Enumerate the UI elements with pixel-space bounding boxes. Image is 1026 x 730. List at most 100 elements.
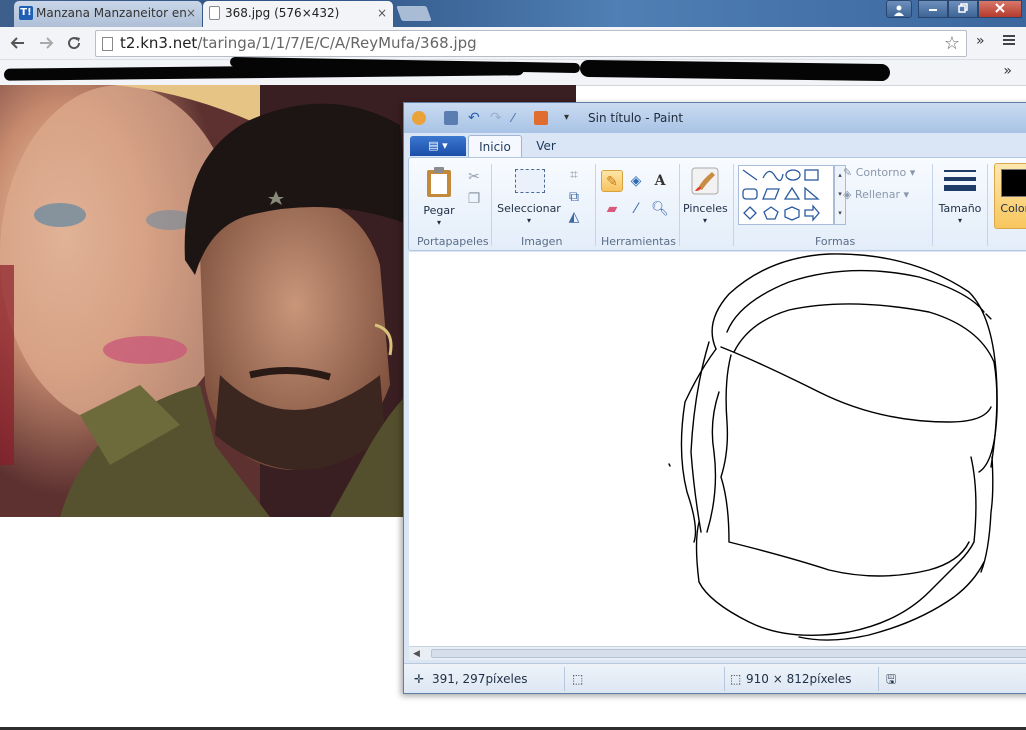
close-window-icon[interactable] [978, 0, 1022, 18]
group-divider [491, 164, 492, 246]
eyedropper-qa-icon[interactable]: ⁄ [512, 111, 526, 125]
copy-icon[interactable]: ❐ [463, 188, 485, 210]
outline-label: Contorno [855, 166, 907, 179]
outline-button[interactable]: ✎ Contorno ▾ [843, 166, 915, 179]
tab-title: 368.jpg (576×432) [225, 6, 340, 20]
save-icon[interactable] [444, 111, 458, 125]
group-label-shapes: Formas [815, 235, 856, 248]
select-icon [515, 169, 545, 193]
fill-button[interactable]: ◈ Rellenar ▾ [843, 188, 909, 201]
tab-ver[interactable]: Ver [528, 135, 564, 157]
redo-icon[interactable]: ↷ [490, 111, 504, 125]
back-icon[interactable] [6, 32, 30, 54]
size-dropdown-icon: ▾ [957, 216, 962, 225]
magnifier-icon[interactable]: 🔍︎ [649, 198, 671, 220]
paint-window-title: Sin título - Paint [588, 111, 684, 125]
pencil-icon[interactable]: ✎ [601, 170, 623, 192]
page-favicon-icon [209, 6, 220, 20]
outline-dropdown-icon: ▾ [909, 166, 916, 179]
group-label-tools: Herramientas [601, 235, 676, 248]
eraser-icon[interactable]: ▰ [601, 198, 623, 220]
paint-canvas[interactable] [409, 252, 1026, 654]
ribbon-tabs: ▤ ▾ Inicio Ver [404, 133, 1026, 157]
fill-icon: ◈ [843, 188, 852, 201]
tab-close-icon[interactable]: × [186, 1, 196, 25]
new-tab-button[interactable] [396, 6, 432, 21]
fill-bucket-icon[interactable]: ◈ [625, 170, 647, 192]
bookmarks-bar: » [0, 56, 1026, 86]
freehand-drawing [668, 253, 998, 641]
tab-title: Manzana Manzaneitor en [36, 6, 187, 20]
size-button[interactable]: Tamaño ▾ [937, 164, 983, 226]
cursor-position-icon: ✛ [414, 672, 425, 686]
select-button[interactable]: Seleccionar ▾ [497, 164, 561, 226]
reload-icon[interactable] [62, 32, 86, 54]
group-divider [932, 164, 933, 246]
text-tool-icon[interactable]: A [649, 170, 671, 192]
color1-label: Color 1 [1000, 202, 1026, 215]
brushes-dropdown-icon: ▾ [702, 216, 707, 225]
paint-app-icon[interactable] [412, 111, 426, 125]
brush-icon [691, 167, 719, 195]
page-icon [102, 37, 113, 51]
desktop: T! Manzana Manzaneitor en × 368.jpg (576… [0, 0, 1026, 730]
paste-button[interactable]: Pegar ▾ [419, 164, 459, 227]
restore-icon[interactable] [948, 0, 978, 18]
tab-close-icon[interactable]: × [377, 1, 387, 25]
ribbon-home: Pegar ▾ ✂ ❐ Portapapeles Seleccionar ▾ ⌗… [408, 157, 1026, 251]
paste-dropdown-icon: ▾ [436, 218, 441, 227]
scrollbar-thumb[interactable] [431, 649, 1026, 658]
paint-window: ↶ ↷ ⁄ ▾ Sin título - Paint ▤ ▾ Inicio Ve… [403, 102, 1026, 694]
shapes-icons [742, 169, 820, 222]
user-profile-icon[interactable] [886, 0, 912, 18]
cut-icon[interactable]: ✂ [463, 166, 485, 188]
shapes-gallery[interactable] [738, 165, 834, 225]
url-path: /taringa/1/1/7/E/C/A/ReyMufa/368.jpg [197, 34, 477, 52]
group-divider [987, 164, 988, 246]
line-size-icon [944, 170, 976, 191]
paste-icon [427, 167, 451, 197]
taringa-favicon-icon: T! [19, 6, 33, 20]
cursor-position: 391, 297píxeles [432, 672, 528, 686]
canvas-size-icon: ⬚ [730, 672, 742, 686]
crop-icon[interactable]: ⌗ [563, 164, 585, 186]
color1-swatch [1001, 169, 1026, 197]
redaction-scribble [579, 59, 891, 82]
selection-size-icon: ⬚ [572, 672, 584, 686]
group-divider [595, 164, 596, 246]
paint-titlebar: ↶ ↷ ⁄ ▾ Sin título - Paint [404, 103, 1026, 133]
outline-icon: ✎ [843, 166, 853, 179]
color-picker-icon[interactable]: ⁄ [625, 198, 647, 220]
group-divider [733, 164, 734, 246]
undo-icon[interactable]: ↶ [468, 111, 482, 125]
scroll-left-icon[interactable]: ◀ [413, 647, 420, 661]
browser-tab-manzana[interactable]: T! Manzana Manzaneitor en × [14, 1, 202, 27]
customize-qa-icon[interactable] [534, 111, 548, 125]
browser-toolbar: t2.kn3.net/taringa/1/1/7/E/C/A/ReyMufa/3… [0, 27, 1026, 60]
paint-menu-button[interactable]: ▤ ▾ [410, 136, 466, 156]
canvas-size: 910 × 812píxeles [746, 672, 852, 686]
tab-inicio[interactable]: Inicio [468, 135, 522, 157]
window-controls [886, 0, 1022, 18]
chrome-menu-icon[interactable] [1002, 33, 1016, 51]
bookmark-star-icon[interactable]: ☆ [944, 31, 960, 56]
browser-tab-strip: T! Manzana Manzaneitor en × 368.jpg (576… [0, 0, 1026, 27]
address-bar[interactable]: t2.kn3.net/taringa/1/1/7/E/C/A/ReyMufa/3… [95, 30, 967, 57]
browser-tab-image[interactable]: 368.jpg (576×432) × [203, 1, 393, 27]
group-label-clipboard: Portapapeles [417, 235, 489, 248]
canvas-horizontal-scrollbar[interactable]: ◀ [409, 646, 1026, 660]
paint-status-bar: ✛ 391, 297píxeles ⬚ ⬚ 910 × 812píxeles 🖫… [404, 663, 1026, 693]
minimize-icon[interactable] [918, 0, 948, 18]
extensions-overflow-icon[interactable]: » [976, 33, 985, 49]
bookmarks-overflow-icon[interactable]: » [1003, 63, 1012, 79]
fill-label: Rellenar [854, 188, 900, 201]
resize-icon[interactable]: ⧉ [563, 186, 585, 208]
brushes-button[interactable]: Pinceles ▾ [683, 164, 728, 226]
group-label-image: Imagen [521, 235, 563, 248]
status-divider [878, 667, 879, 691]
rotate-icon[interactable]: ◭ [563, 206, 585, 228]
qa-dropdown-icon[interactable]: ▾ [564, 111, 578, 125]
color1-button[interactable]: Color 1 [994, 163, 1026, 229]
forward-icon[interactable] [34, 32, 58, 54]
url-host: t2.kn3.net [120, 34, 198, 52]
